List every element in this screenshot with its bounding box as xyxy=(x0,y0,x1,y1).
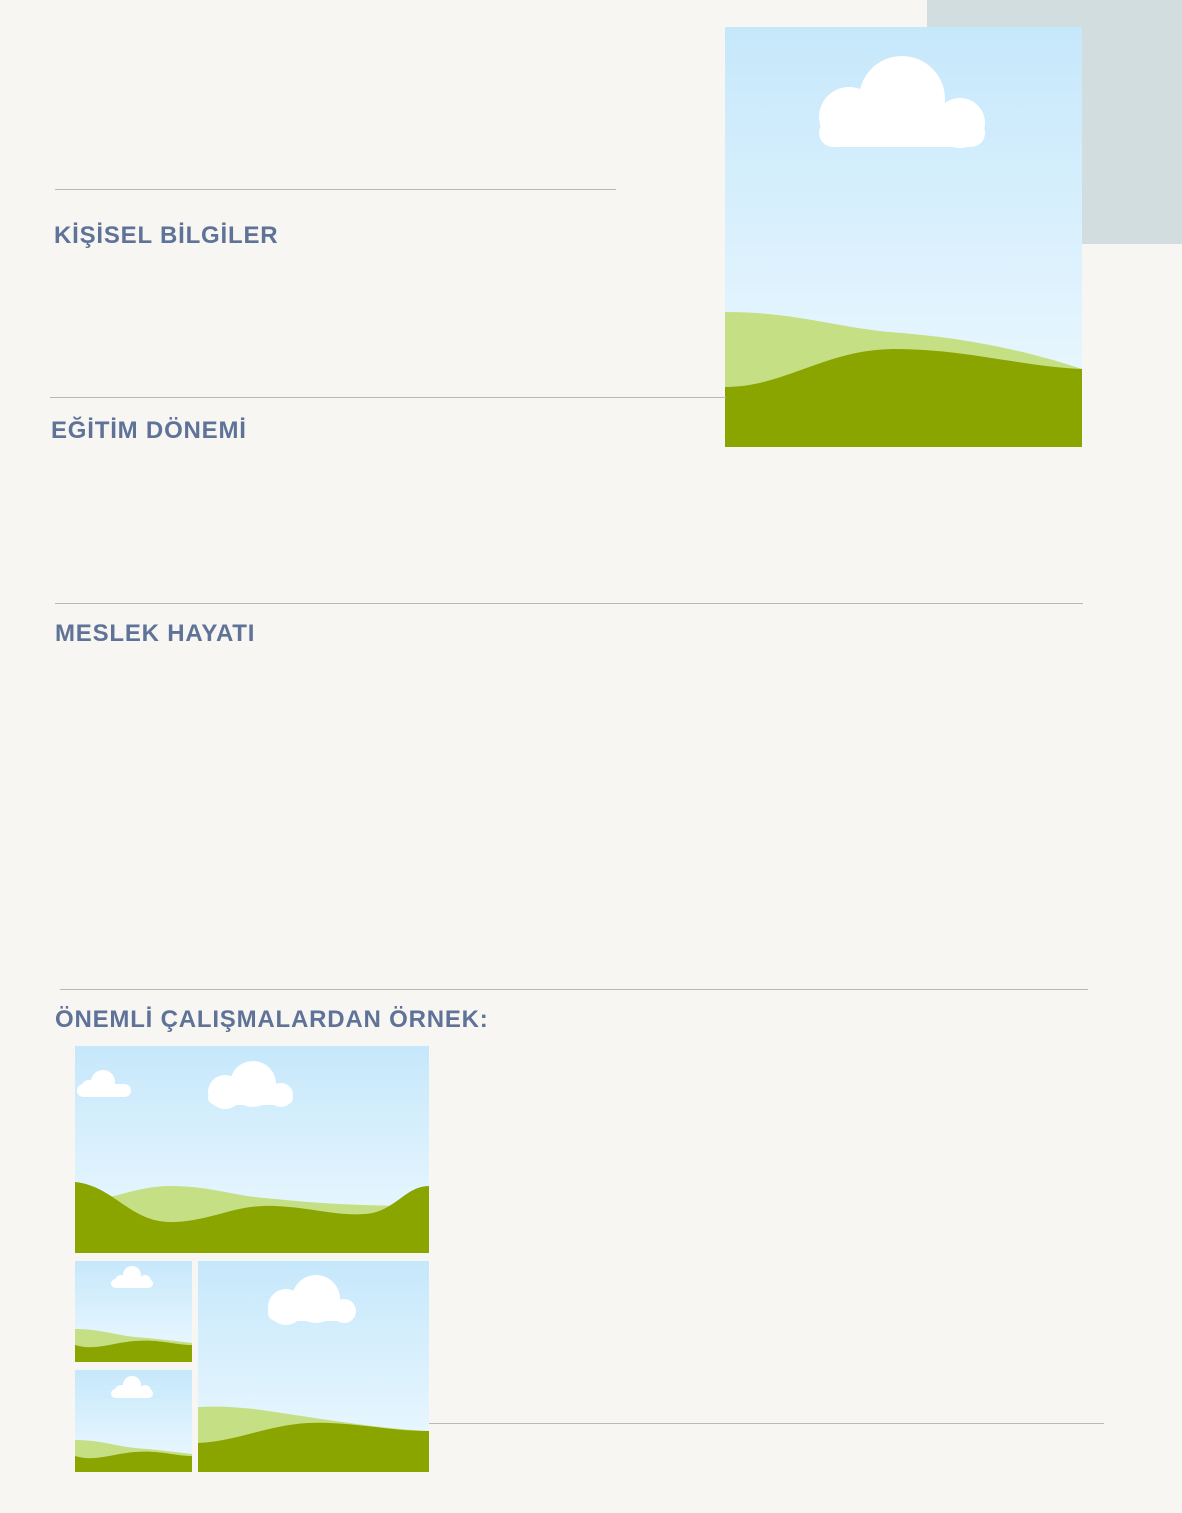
divider-line xyxy=(55,603,1083,604)
divider-line xyxy=(50,397,726,398)
gallery-photo-placeholder xyxy=(198,1261,429,1472)
gallery-photo-placeholder xyxy=(75,1261,192,1362)
divider-line xyxy=(60,989,1088,990)
divider-line xyxy=(55,189,616,190)
divider-line xyxy=(429,1423,1104,1424)
gallery-photo-placeholder xyxy=(75,1046,429,1253)
profile-photo-placeholder xyxy=(725,27,1082,447)
gallery-photo-placeholder xyxy=(75,1370,192,1472)
section-title-works: ÖNEMLİ ÇALIŞMALARDAN ÖRNEK: xyxy=(55,1006,489,1033)
section-title-personal-info: KİŞİSEL BİLGİLER xyxy=(54,222,279,249)
section-title-education: EĞİTİM DÖNEMİ xyxy=(51,417,247,444)
section-title-career: MESLEK HAYATI xyxy=(55,620,256,647)
